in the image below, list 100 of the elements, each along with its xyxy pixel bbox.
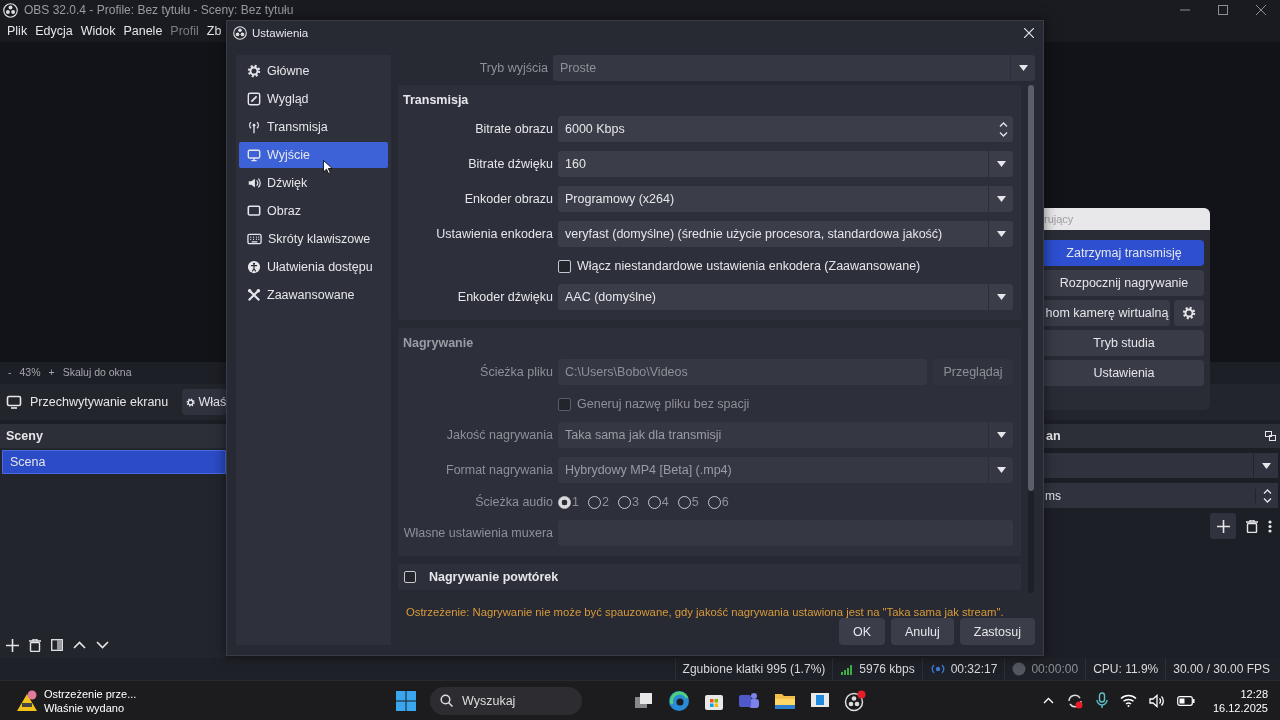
arrow-down-icon[interactable]: [1262, 497, 1272, 503]
dock-title: Sceny: [0, 424, 226, 448]
nav-item[interactable]: Główne: [239, 58, 388, 84]
nav-item[interactable]: Ułatwienia dostępu: [239, 254, 388, 280]
notification-subtitle: Właśnie wydano: [44, 700, 126, 715]
menu-item[interactable]: Zb: [202, 24, 226, 38]
source-name: Przechwytywanie ekranu: [30, 395, 169, 409]
warning-icon: [16, 689, 38, 712]
dock-title: an: [1046, 429, 1061, 443]
menu-item[interactable]: Widok: [76, 24, 120, 38]
caret-icon: [996, 294, 1006, 300]
caret-icon: [996, 432, 1006, 438]
undock-icon[interactable]: [1265, 431, 1276, 441]
field-label: Bitrate obrazu: [474, 122, 553, 136]
dropdown[interactable]: Programowy (x264): [558, 186, 1013, 212]
close-icon[interactable]: [1256, 5, 1266, 15]
obs-app-icon[interactable]: [844, 689, 866, 712]
nav-item[interactable]: Obraz: [239, 198, 388, 224]
browser-icon[interactable]: [668, 689, 690, 712]
control-button[interactable]: Zatrzymaj transmisję: [1044, 240, 1204, 266]
stream-time: 00:32:17: [950, 662, 998, 676]
duration-field[interactable]: ms: [1044, 483, 1278, 508]
app-logo-icon: [3, 2, 18, 18]
nav-item[interactable]: Wyjście: [239, 142, 388, 168]
dialog-button[interactable]: Zastosuj: [959, 618, 1035, 645]
record-time: 00:00:00: [1031, 662, 1079, 676]
checkbox[interactable]: Włącz niestandardowe ustawienia enkodera (Zaawansowane): [558, 259, 1013, 273]
dropped-frames: Zgubione klatki 995 (1.7%): [682, 662, 826, 676]
move-up-icon[interactable]: [73, 641, 86, 649]
monitor-icon: [6, 394, 22, 410]
bitrate-field[interactable]: 6000 Kbps: [558, 116, 1013, 142]
maximize-icon[interactable]: [1218, 5, 1228, 15]
zoom-in-button[interactable]: +: [48, 366, 55, 378]
nav-item[interactable]: Transmisja: [239, 114, 388, 140]
gear-icon: [1182, 306, 1196, 320]
field-label: Jakość nagrywania: [445, 428, 553, 442]
group-title: Nagrywanie: [403, 336, 474, 350]
start-icon[interactable]: [396, 690, 416, 711]
stream-icon: [929, 663, 946, 675]
nav-item[interactable]: Wygląd: [239, 86, 388, 112]
dialog-button[interactable]: Anuluj: [891, 618, 954, 645]
arrow-up-icon[interactable]: [1262, 488, 1272, 494]
warning-text: Ostrzeżenie: Nagrywanie nie może być spauzowane, gdy jakość nagrywania ustawiona jest na "Taka sama jak stream".: [405, 605, 1004, 618]
trash-icon[interactable]: [1246, 519, 1258, 533]
folder-icon[interactable]: [774, 691, 796, 710]
dialog-title: Ustawienia: [252, 27, 309, 39]
window-title: OBS 32.0.4 - Profile: Bez tytułu - Sceny: Bez tytułu: [24, 3, 294, 17]
menu-item[interactable]: Panele: [119, 24, 167, 38]
caret-icon: [1018, 65, 1028, 71]
nav-icon: [247, 288, 261, 302]
media-app-icon[interactable]: [810, 691, 830, 710]
clock[interactable]: 12:28 16.12.2025: [1212, 686, 1268, 715]
field-label: Własne ustawienia muxera: [403, 526, 553, 540]
task-view-icon[interactable]: [634, 691, 654, 710]
more-icon[interactable]: [1268, 519, 1272, 533]
volume-icon[interactable]: [1148, 693, 1165, 708]
wifi-icon[interactable]: [1119, 694, 1137, 707]
field-label: Enkoder dźwięku: [456, 290, 553, 304]
add-button[interactable]: [1210, 513, 1236, 539]
control-button[interactable]: Rozpocznij nagrywanie: [1044, 270, 1204, 296]
nav-item[interactable]: Skróty klawiszowe: [239, 226, 388, 252]
nav-item[interactable]: Dźwięk: [239, 170, 388, 196]
field-label: Format nagrywania: [445, 463, 553, 477]
nav-icon: [247, 232, 262, 246]
field-label: Ścieżka pliku: [479, 365, 553, 379]
battery-icon[interactable]: [1176, 695, 1195, 706]
dropdown[interactable]: veryfast (domyślne) (średnie użycie procesora, standardowa jakość): [558, 221, 1013, 247]
nav-icon: [247, 120, 261, 134]
search-field[interactable]: Wyszukaj: [430, 686, 582, 715]
move-down-icon[interactable]: [96, 641, 109, 649]
signal-icon: [840, 663, 855, 675]
menu-item[interactable]: Plik: [3, 24, 32, 38]
filter-icon[interactable]: [51, 639, 63, 651]
scene-item[interactable]: Scena: [2, 450, 226, 474]
add-icon[interactable]: [6, 638, 19, 652]
control-button[interactable]: Tryb studia: [1044, 330, 1204, 356]
microphone-icon[interactable]: [1095, 692, 1108, 709]
settings-button[interactable]: [1174, 300, 1204, 326]
control-button[interactable]: Ustawienia: [1044, 360, 1204, 386]
fit-button[interactable]: Skaluj do okna: [62, 366, 132, 378]
trash-icon[interactable]: [29, 638, 41, 652]
arrow-up-icon[interactable]: [998, 121, 1008, 127]
dropdown[interactable]: 160: [558, 151, 1013, 177]
dropdown[interactable]: AAC (domyślne): [558, 284, 1013, 310]
notification-title: Ostrzeżenie prze...: [44, 686, 137, 701]
plus-icon: [1216, 519, 1230, 533]
fps-reading: 30.00 / 30.00 FPS: [1173, 662, 1270, 676]
nav-item[interactable]: Zaawansowane: [239, 282, 388, 308]
group-title: Transmisja: [403, 93, 469, 107]
checkbox[interactable]: Nagrywanie powtórek: [404, 570, 559, 584]
dialog-button[interactable]: OK: [838, 618, 885, 645]
chevron-up-icon[interactable]: [1042, 697, 1054, 704]
chat-app-icon[interactable]: [738, 690, 760, 711]
nav-icon: [247, 176, 261, 190]
menu-item[interactable]: Edycja: [31, 24, 77, 38]
zoom-out-button[interactable]: -: [8, 366, 12, 378]
mouse-pointer-icon: [323, 160, 332, 174]
arrow-down-icon[interactable]: [998, 131, 1008, 137]
scrollbar[interactable]: [1028, 85, 1034, 593]
control-button[interactable]: hom kamerę wirtualną: [1044, 300, 1170, 326]
